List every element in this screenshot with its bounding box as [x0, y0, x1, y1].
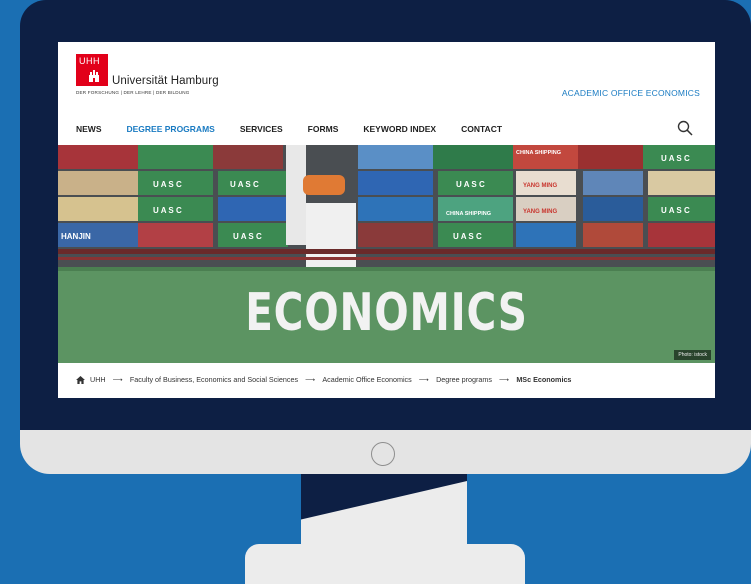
- breadcrumb-item-uhh[interactable]: UHH: [90, 375, 106, 384]
- home-icon[interactable]: [76, 375, 85, 384]
- container-label: U A S C: [233, 232, 262, 241]
- container-label: U A S C: [661, 154, 690, 163]
- container-label: U A S C: [153, 180, 182, 189]
- breadcrumb: UHH ⟶ Faculty of Business, Economics and…: [76, 375, 571, 384]
- nav-item-news[interactable]: NEWS: [76, 124, 102, 138]
- breadcrumb-separator: ⟶: [305, 375, 316, 384]
- container-label: U A S C: [456, 180, 485, 189]
- monitor-neck: [301, 474, 467, 544]
- breadcrumb-item-current: MSc Economics: [516, 375, 572, 384]
- hero-title: ECONOMICS: [245, 283, 528, 343]
- container-label: YANG MING: [523, 183, 557, 189]
- container-label: U A S C: [153, 206, 182, 215]
- nav-item-services[interactable]: SERVICES: [240, 124, 283, 138]
- breadcrumb-item-faculty[interactable]: Faculty of Business, Economics and Socia…: [130, 375, 298, 384]
- hero-image: U A S C U A S C U A S C U A S C U A S C …: [58, 145, 715, 363]
- nav-item-forms[interactable]: FORMS: [308, 124, 339, 138]
- container-label: U A S C: [230, 180, 259, 189]
- power-button: [371, 442, 395, 466]
- container-label: YANG MING: [523, 209, 557, 215]
- browser-screen: UHH Universität Hamburg DER FORSCHUNG | …: [58, 42, 715, 398]
- monitor-stand-base: [245, 544, 525, 584]
- photo-credit: Photo: istock: [674, 350, 711, 360]
- container-label: U A S C: [661, 206, 690, 215]
- nav-item-degree-programs[interactable]: DEGREE PROGRAMS: [127, 124, 215, 138]
- breadcrumb-item-degree-programs[interactable]: Degree programs: [436, 375, 492, 384]
- university-name: Universität Hamburg: [112, 75, 219, 87]
- logo-text: UHH: [79, 56, 100, 66]
- university-tagline: DER FORSCHUNG | DER LEHRE | DER BILDUNG: [76, 90, 190, 95]
- breadcrumb-item-academic-office[interactable]: Academic Office Economics: [322, 375, 411, 384]
- breadcrumb-separator: ⟶: [499, 375, 510, 384]
- nav-item-contact[interactable]: CONTACT: [461, 124, 502, 138]
- breadcrumb-separator: ⟶: [418, 375, 430, 384]
- breadcrumb-separator: ⟶: [112, 375, 123, 384]
- uhh-logo[interactable]: UHH: [76, 54, 108, 86]
- nav-item-keyword-index[interactable]: KEYWORD INDEX: [363, 124, 436, 138]
- container-label: CHINA SHIPPING: [516, 150, 561, 156]
- main-nav: NEWS DEGREE PROGRAMS SERVICES FORMS KEYW…: [76, 124, 527, 138]
- search-icon[interactable]: [677, 120, 693, 136]
- container-label: HANJIN: [61, 232, 91, 241]
- container-label: CHINA SHIPPING: [446, 211, 491, 217]
- academic-office-link[interactable]: ACADEMIC OFFICE ECONOMICS: [562, 88, 700, 98]
- container-label: U A S C: [453, 232, 482, 241]
- castle-icon: [89, 70, 99, 82]
